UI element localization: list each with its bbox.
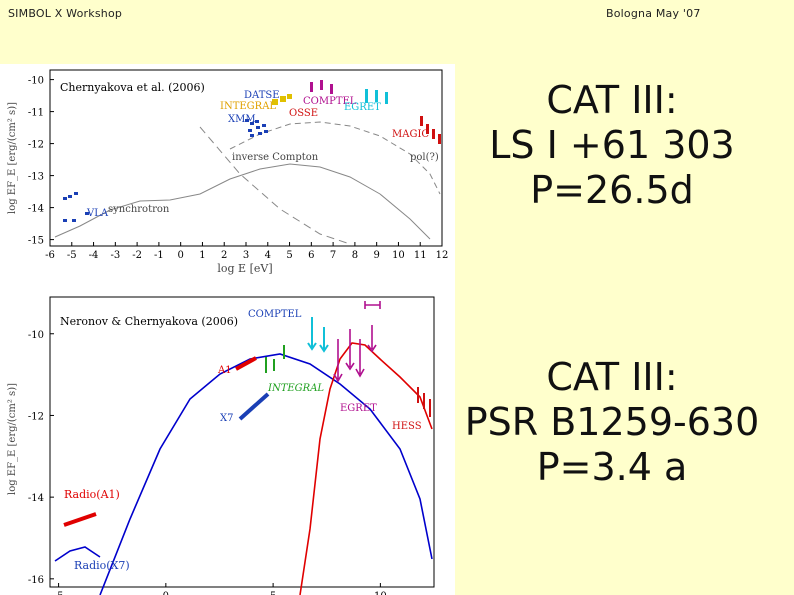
label-egret: EGRET [344, 102, 381, 113]
header-workshop-title: SIMBOL X Workshop [8, 7, 123, 20]
x-axis-label: log E [eV] [217, 262, 272, 275]
x-tick-label: 5 [270, 591, 276, 595]
x-tick-label: 10 [374, 591, 387, 595]
period-line: P=26.5d [530, 168, 694, 212]
sed-figure-lsi61303: -6 -5 -4 -3 -2 -1 0 1 2 3 4 5 6 7 8 9 10 11 12 -10 -11 -12 -13… [0, 64, 455, 279]
y-tick-label: -12 [28, 140, 44, 151]
y-tick-label: -10 [28, 76, 44, 87]
x-tick-label: 12 [436, 250, 449, 261]
label-integral: INTEGRAL [267, 383, 324, 394]
y-tick-label: -14 [28, 204, 44, 215]
label-egret: EGRET [340, 403, 377, 414]
label-integral: INTEGRAL [220, 101, 276, 112]
x-tick-label: 2 [221, 250, 227, 261]
x-tick-label: -5 [67, 250, 77, 261]
label-magic: MAGIC [392, 129, 429, 140]
slide-text-block-2: CAT III: PSR B1259-630 P=3.4 a [442, 355, 782, 490]
label-xmm: XMM [228, 114, 256, 125]
label-inverse-compton: inverse Compton [232, 152, 319, 163]
figure-annotation: Neronov & Chernyakova (2006) [60, 315, 238, 328]
x-tick-label: 4 [265, 250, 271, 261]
x7-marker [238, 392, 270, 421]
red-model-curve [299, 342, 433, 595]
x-tick-label: -4 [89, 250, 99, 261]
plot-frame [49, 296, 435, 588]
x-tick-label: -3 [110, 250, 120, 261]
label-radio-x7: Radio(X7) [74, 559, 130, 572]
y-tick-label: -11 [28, 108, 44, 119]
y-tick-label: -10 [28, 330, 44, 341]
label-osse: OSSE [289, 108, 318, 119]
x-tick-label: -1 [154, 250, 164, 261]
synchrotron-curve [54, 163, 431, 240]
label-pol: pol(?) [410, 152, 439, 163]
period-line: P=3.4 a [536, 445, 688, 489]
x-tick-label: -6 [45, 250, 55, 261]
x-tick-label: 9 [373, 250, 379, 261]
x-tick-label: 8 [352, 250, 358, 261]
slide-text-block-1: CAT III: LS I +61 303 P=26.5d [442, 78, 782, 213]
label-hess: HESS [392, 421, 422, 432]
a1-marker [235, 356, 257, 371]
x-tick-label: 10 [392, 250, 405, 261]
y-axis-label: log EF_E [erg/(cm² s)] [7, 383, 18, 495]
source-name-line: LS I +61 303 [489, 123, 735, 167]
label-a1: A1 [217, 365, 232, 376]
y-tick-label: -14 [28, 493, 44, 504]
model-dashed-curve [199, 126, 351, 245]
x-tick-label: 11 [414, 250, 427, 261]
x-tick-label: 5 [286, 250, 292, 261]
source-name-line: PSR B1259-630 [464, 400, 760, 444]
label-datse: DATSE [244, 90, 280, 101]
category-line: CAT III: [546, 78, 678, 122]
label-synchrotron: synchrotron [108, 204, 170, 215]
integral-data-points [265, 345, 285, 373]
y-axis-label: log EF_E [erg/(cm² s)] [7, 102, 18, 214]
x-tick-label: 3 [243, 250, 249, 261]
radio-a1-marker [63, 512, 97, 527]
x-tick-label: 0 [163, 591, 169, 595]
x-tick-label: 1 [199, 250, 205, 261]
y-tick-label: -12 [28, 411, 44, 422]
label-radio-a1: Radio(A1) [64, 488, 120, 501]
y-tick-label: -13 [28, 172, 44, 183]
header-location-date: Bologna May '07 [606, 7, 701, 20]
vla-data-points [63, 192, 89, 222]
label-comptel: COMPTEL [248, 309, 302, 320]
egret-upper-limits [333, 301, 381, 383]
comptel-data-points [310, 80, 333, 94]
label-vla: VLA [86, 208, 109, 219]
category-line: CAT III: [546, 355, 678, 399]
x-tick-label: 6 [308, 250, 314, 261]
blue-model-curve [99, 353, 433, 595]
x-tick-label: 7 [330, 250, 336, 261]
sed-figure-psrb1259: -5 0 5 10 -10 -12 -14 -16 Neronov & Chernyakova… [0, 279, 455, 595]
x-tick-label: -2 [132, 250, 142, 261]
x-tick-label: 0 [177, 250, 183, 261]
hess-data-points [417, 387, 431, 417]
x-tick-label: -5 [54, 591, 64, 595]
y-tick-label: -15 [28, 236, 44, 247]
comptel-upper-limits [307, 317, 329, 353]
figure-annotation: Chernyakova et al. (2006) [60, 81, 205, 94]
y-tick-label: -16 [28, 575, 44, 586]
label-x7: X7 [220, 413, 233, 424]
